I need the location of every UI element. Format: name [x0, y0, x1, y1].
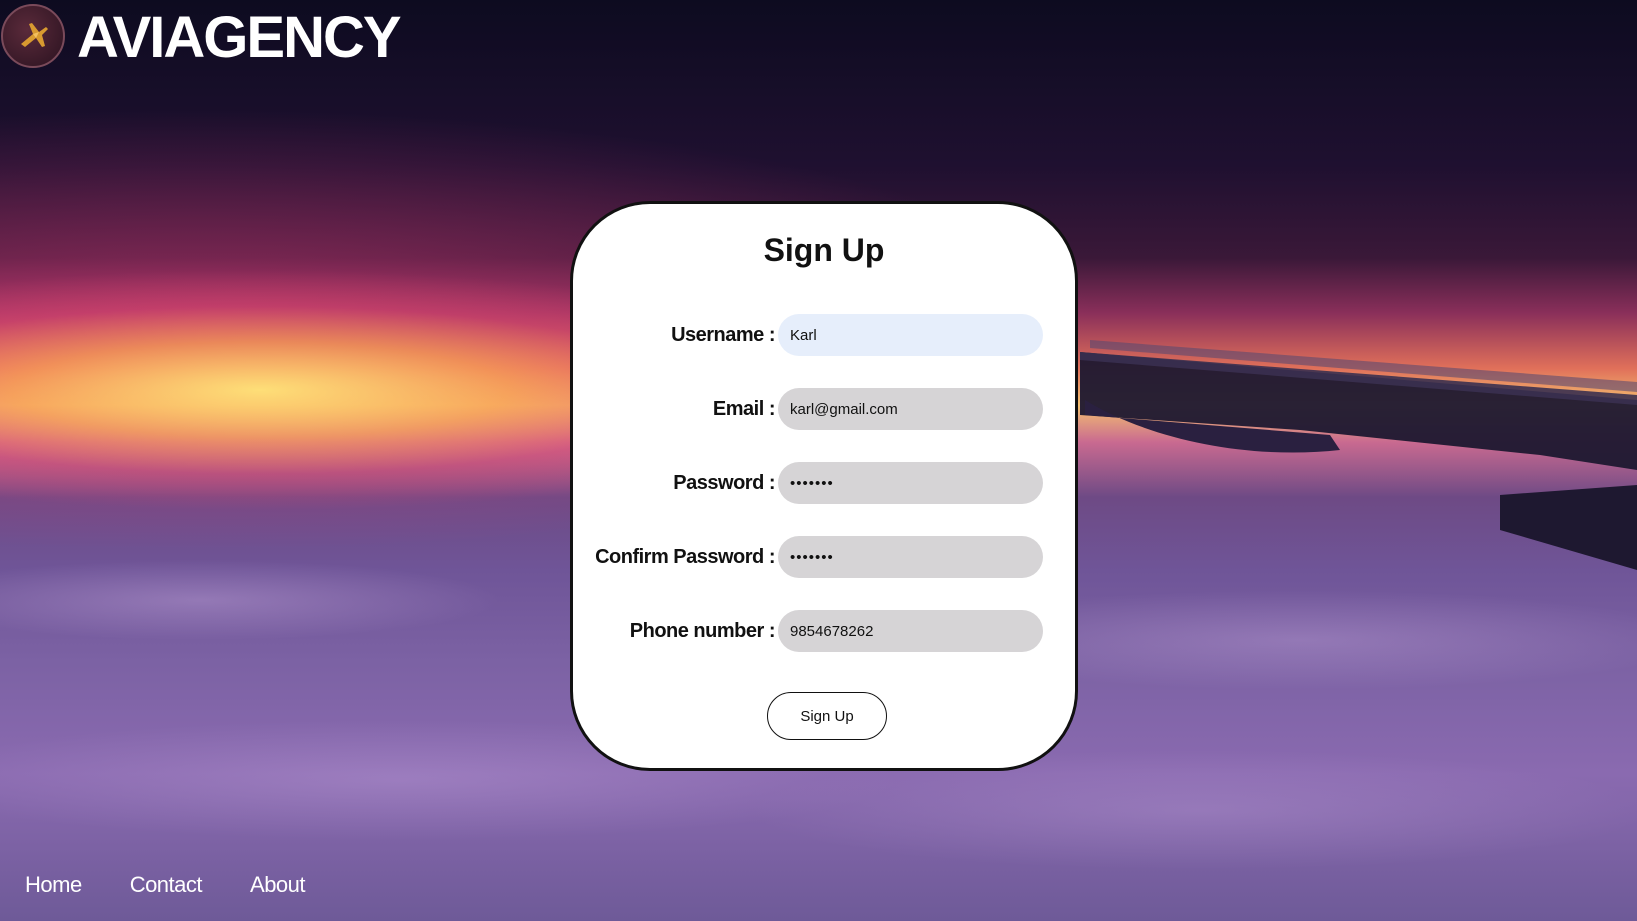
- confirm-password-row: Confirm Password :: [573, 536, 1075, 580]
- email-label: Email :: [712, 398, 776, 420]
- password-label: Password :: [673, 472, 775, 494]
- plane-logo-icon[interactable]: [1, 4, 65, 68]
- phone-row: Phone number :: [573, 610, 1075, 654]
- footer-nav: Home Contact About: [25, 872, 306, 898]
- phone-label: Phone number :: [629, 620, 776, 642]
- nav-link-home[interactable]: Home: [25, 872, 82, 898]
- confirm-password-input[interactable]: [778, 536, 1043, 578]
- password-input[interactable]: [778, 462, 1043, 504]
- signup-card: Sign Up Username : Email : Password : Co…: [570, 201, 1078, 771]
- plane-icon: [21, 23, 48, 47]
- form-title: Sign Up: [763, 232, 885, 268]
- email-row: Email :: [573, 388, 1075, 432]
- email-input[interactable]: [778, 388, 1043, 430]
- site-header: AVIAGENCY: [0, 0, 402, 80]
- phone-input[interactable]: [778, 610, 1043, 652]
- password-row: Password :: [573, 462, 1075, 506]
- username-label: Username :: [671, 324, 775, 346]
- nav-link-about[interactable]: About: [250, 872, 306, 898]
- username-row: Username :: [573, 314, 1075, 358]
- brand-name[interactable]: AVIAGENCY: [77, 4, 402, 71]
- nav-link-contact[interactable]: Contact: [130, 872, 203, 898]
- confirm-password-label: Confirm Password :: [595, 546, 775, 568]
- username-input[interactable]: [778, 314, 1043, 356]
- sign-up-button[interactable]: Sign Up: [767, 692, 887, 740]
